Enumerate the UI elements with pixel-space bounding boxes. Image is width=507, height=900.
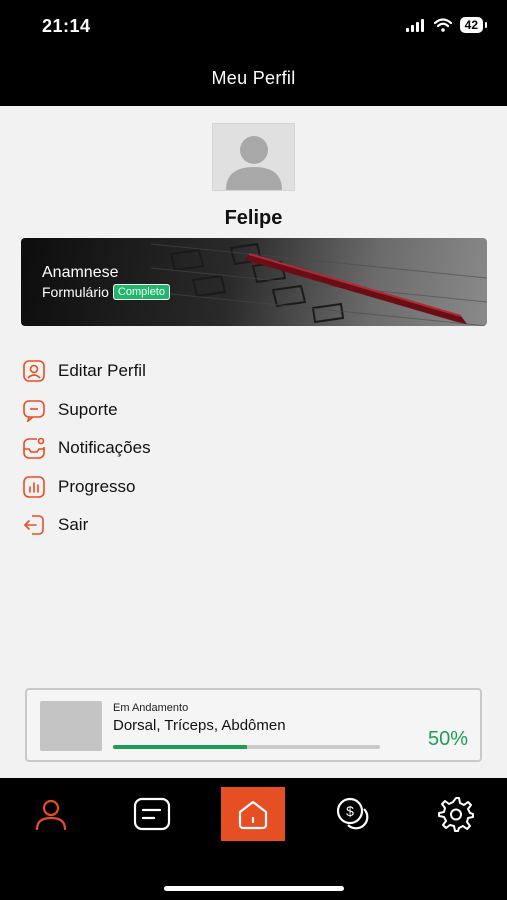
workout-progress-percent: 50%	[427, 728, 468, 750]
tab-payments[interactable]: $	[324, 786, 384, 842]
bottom-tab-bar: $	[0, 778, 507, 900]
workout-name: Dorsal, Tríceps, Abdômen	[113, 717, 286, 734]
tab-home[interactable]	[221, 787, 285, 841]
workout-status: Em Andamento	[113, 702, 189, 714]
svg-text:$: $	[346, 803, 354, 819]
menu-item-notificacoes[interactable]: Notificações	[21, 429, 461, 468]
home-indicator	[164, 886, 344, 891]
workout-progress-fill	[113, 745, 247, 749]
menu-item-label: Sair	[58, 515, 89, 535]
settings-icon	[438, 797, 474, 832]
bar-chart-icon	[21, 474, 47, 500]
tab-profile[interactable]	[21, 786, 81, 842]
avatar[interactable]	[212, 123, 295, 191]
user-square-icon	[21, 358, 47, 384]
avatar-placeholder-icon	[225, 136, 282, 190]
workout-progress-card[interactable]: Em Andamento Dorsal, Tríceps, Abdômen 50…	[25, 688, 482, 762]
notification-icon	[21, 435, 47, 461]
status-icons: 42	[405, 17, 488, 33]
workout-progress-bar	[113, 745, 380, 749]
chat-bubble-icon	[21, 397, 47, 423]
tab-documents[interactable]	[122, 786, 182, 842]
menu-item-sair[interactable]: Sair	[21, 506, 461, 545]
status-bar: 21:14 42	[0, 0, 507, 50]
page-title: Meu Perfil	[211, 67, 296, 88]
logout-icon	[21, 512, 47, 538]
tab-settings[interactable]	[426, 786, 486, 842]
anamnese-title: Anamnese	[42, 264, 119, 281]
anamnese-subtitle: Formulário	[42, 284, 109, 300]
profile-icon	[35, 799, 67, 831]
menu-item-label: Notificações	[58, 438, 151, 458]
workout-thumbnail	[40, 701, 102, 751]
user-name: Felipe	[224, 207, 283, 229]
anamnese-subtitle-row: Formulário Completo	[42, 284, 170, 300]
menu-item-suporte[interactable]: Suporte	[21, 391, 461, 430]
signal-icon	[405, 18, 424, 32]
anamnese-card[interactable]: Anamnese Formulário Completo	[21, 238, 487, 326]
status-time: 21:14	[42, 16, 91, 36]
anamnese-card-image	[150, 242, 487, 326]
wifi-icon	[433, 18, 452, 32]
money-icon: $	[336, 797, 369, 830]
profile-menu: Editar Perfil Suporte Notificações Progr…	[21, 352, 461, 545]
menu-item-label: Progresso	[58, 476, 136, 496]
menu-item-progresso[interactable]: Progresso	[21, 468, 461, 507]
menu-item-editar-perfil[interactable]: Editar Perfil	[21, 352, 461, 391]
menu-item-label: Editar Perfil	[58, 361, 146, 381]
menu-item-label: Suporte	[58, 399, 118, 419]
home-icon	[238, 800, 268, 830]
battery-indicator: 42	[459, 17, 488, 33]
status-badge: Completo	[112, 284, 170, 300]
nav-header: Meu Perfil	[0, 50, 507, 106]
document-icon	[133, 797, 171, 831]
